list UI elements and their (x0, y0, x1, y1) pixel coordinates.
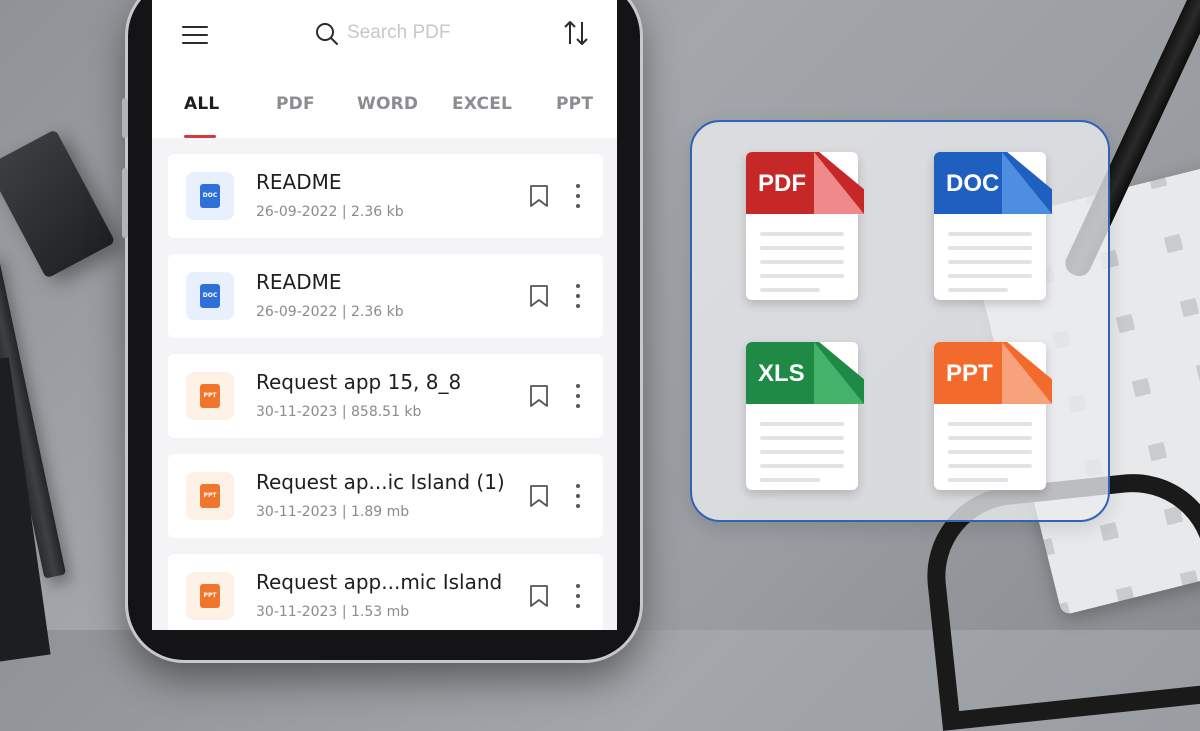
tab-all[interactable]: ALL (184, 94, 219, 114)
file-size: 1.53 mb (351, 604, 410, 620)
file-size: 1.89 mb (351, 504, 410, 520)
doc-file-icon: DOC (186, 272, 234, 320)
file-date: 30-11-2023 (256, 504, 338, 520)
bookmark-icon[interactable] (528, 584, 550, 608)
tab-ppt[interactable]: PPT (556, 94, 593, 114)
more-options-icon[interactable] (573, 382, 583, 410)
file-name: Request app 15, 8_8 (256, 370, 462, 394)
bookmark-icon[interactable] (528, 484, 550, 508)
file-row[interactable]: PPT Request app...mic Island 30-11-2023 … (168, 554, 603, 630)
file-meta: 26-09-2022 | 2.36 kb (256, 304, 404, 320)
meta-separator: | (341, 504, 347, 520)
tab-word[interactable]: WORD (357, 94, 418, 114)
pdf-file-type-icon: PDF (746, 152, 866, 302)
ppt-file-type-icon: PPT (934, 342, 1054, 492)
search-input[interactable] (347, 18, 497, 48)
meta-separator: | (341, 404, 347, 420)
more-options-icon[interactable] (573, 182, 583, 210)
file-date: 30-11-2023 (256, 604, 338, 620)
file-date: 30-11-2023 (256, 404, 338, 420)
file-size: 2.36 kb (351, 204, 404, 220)
doc-file-icon: DOC (186, 172, 234, 220)
tab-pdf[interactable]: PDF (276, 94, 315, 114)
file-types-panel: PDF DOC XLS PPT (690, 120, 1110, 522)
ppt-file-icon: PPT (186, 372, 234, 420)
bookmark-icon[interactable] (528, 184, 550, 208)
file-meta: 30-11-2023 | 1.53 mb (256, 604, 409, 620)
file-meta: 30-11-2023 | 1.89 mb (256, 504, 409, 520)
file-date: 26-09-2022 (256, 204, 338, 220)
meta-separator: | (341, 204, 347, 220)
ppt-file-icon: PPT (186, 572, 234, 620)
file-name: README (256, 170, 342, 194)
phone-side-button (122, 98, 128, 138)
bookmark-icon[interactable] (528, 284, 550, 308)
file-name: README (256, 270, 342, 294)
file-name: Request ap...ic Island (1) (256, 470, 505, 494)
bookmark-icon[interactable] (528, 384, 550, 408)
meta-separator: | (341, 604, 347, 620)
file-size: 858.51 kb (351, 404, 422, 420)
file-size: 2.36 kb (351, 304, 404, 320)
file-date: 26-09-2022 (256, 304, 338, 320)
app-header: ALL PDF WORD EXCEL PPT (152, 0, 617, 138)
meta-separator: | (341, 304, 347, 320)
file-row[interactable]: DOC README 26-09-2022 | 2.36 kb (168, 254, 603, 338)
file-row[interactable]: PPT Request app 15, 8_8 30-11-2023 | 858… (168, 354, 603, 438)
phone-screen: ALL PDF WORD EXCEL PPT DOC README 26-09-… (152, 0, 617, 630)
doc-file-type-icon: DOC (934, 152, 1054, 302)
active-tab-indicator (184, 135, 216, 138)
tab-excel[interactable]: EXCEL (452, 94, 512, 114)
file-row[interactable]: DOC README 26-09-2022 | 2.36 kb (168, 154, 603, 238)
file-meta: 30-11-2023 | 858.51 kb (256, 404, 421, 420)
xls-file-type-icon: XLS (746, 342, 866, 492)
hamburger-menu-icon[interactable] (182, 22, 210, 46)
file-type-tabs: ALL PDF WORD EXCEL PPT (152, 84, 617, 138)
phone-side-button (122, 168, 128, 238)
file-name: Request app...mic Island (256, 570, 503, 594)
ppt-file-icon: PPT (186, 472, 234, 520)
more-options-icon[interactable] (573, 482, 583, 510)
more-options-icon[interactable] (573, 282, 583, 310)
search-icon[interactable] (314, 21, 340, 47)
sort-icon[interactable] (562, 18, 590, 48)
bg-eraser (0, 129, 116, 279)
file-row[interactable]: PPT Request ap...ic Island (1) 30-11-202… (168, 454, 603, 538)
more-options-icon[interactable] (573, 582, 583, 610)
file-meta: 26-09-2022 | 2.36 kb (256, 204, 404, 220)
